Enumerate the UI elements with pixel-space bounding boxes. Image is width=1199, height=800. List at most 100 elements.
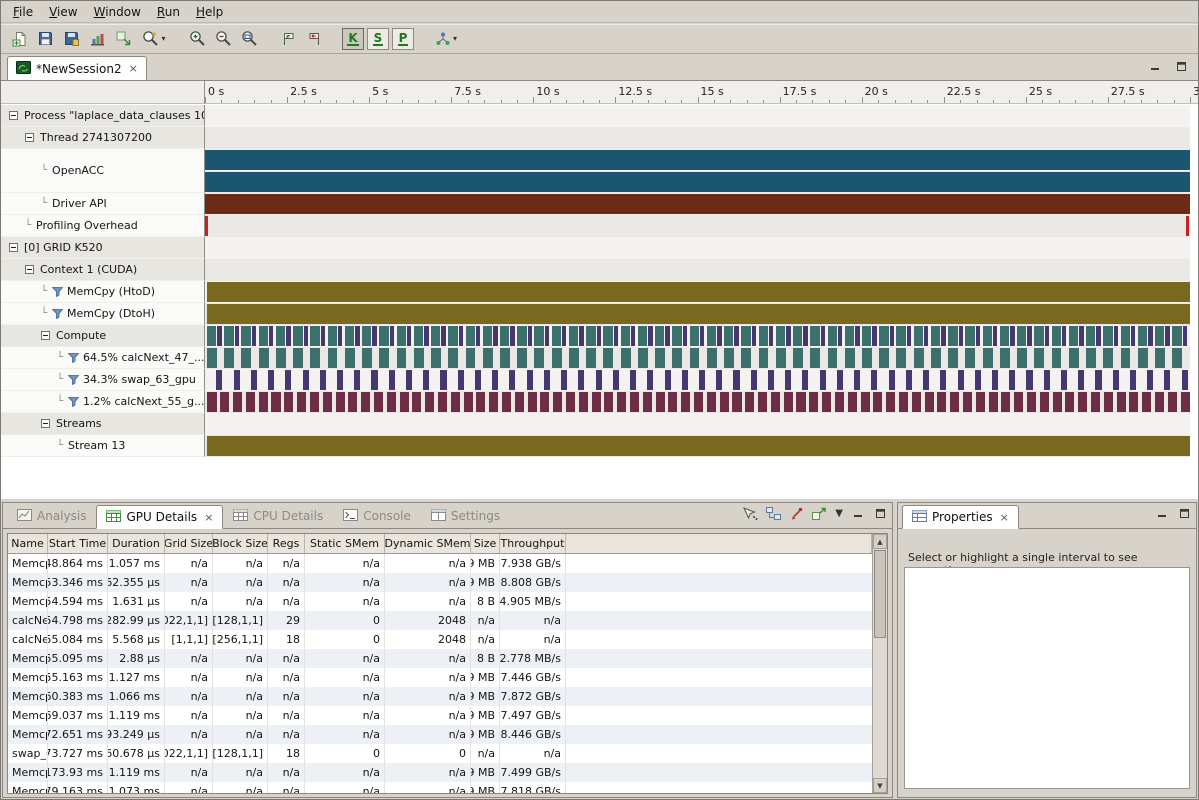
timeline-interval[interactable] (940, 370, 946, 390)
timeline-interval[interactable] (948, 348, 958, 368)
timeline-lane[interactable] (205, 413, 1190, 435)
timeline-interval[interactable] (690, 326, 699, 346)
timeline-interval[interactable] (569, 326, 578, 346)
timeline-interval[interactable] (303, 370, 309, 390)
timeline-interval[interactable] (950, 392, 959, 412)
timeline-interval[interactable] (1027, 392, 1036, 412)
timeline-interval[interactable] (965, 326, 974, 346)
timeline-interval[interactable] (466, 348, 476, 368)
column-header-grid-size[interactable]: Grid Size (165, 534, 213, 554)
timeline-interval[interactable] (648, 326, 652, 346)
timeline-interval[interactable] (835, 392, 844, 412)
timeline-interval[interactable] (528, 392, 537, 412)
timeline-interval[interactable] (492, 370, 498, 390)
view-menu-icon[interactable]: ▼ (835, 509, 843, 519)
timeline-interval[interactable] (745, 392, 754, 412)
timeline-interval[interactable] (509, 370, 515, 390)
timeline-interval[interactable] (241, 348, 251, 368)
timeline-interval[interactable] (562, 326, 566, 346)
timeline-interval[interactable] (1113, 370, 1119, 390)
timeline-interval[interactable] (769, 326, 773, 346)
table-row[interactable]: Memcpy160.383 ms1.066 msn/an/an/an/an/a9… (8, 687, 872, 706)
timeline-interval[interactable] (345, 326, 354, 346)
close-tab-icon[interactable]: × (129, 62, 138, 75)
timeline-row-label-streams[interactable]: Streams (1, 413, 205, 435)
timeline-interval[interactable] (389, 370, 395, 390)
timeline-interval[interactable] (441, 326, 445, 346)
timeline-interval[interactable] (941, 326, 945, 346)
timeline-interval[interactable] (886, 392, 895, 412)
timeline-interval[interactable] (1040, 392, 1049, 412)
timeline-interval[interactable] (271, 392, 280, 412)
timeline-lane[interactable] (205, 237, 1190, 259)
timeline-interval[interactable] (1121, 348, 1131, 368)
timeline-interval[interactable] (1172, 326, 1181, 346)
timeline-interval[interactable] (1186, 216, 1189, 236)
table-row[interactable]: Memcpy172.651 ms93.249 µsn/an/an/an/an/a… (8, 725, 872, 744)
column-header-regs[interactable]: Regs (268, 534, 305, 554)
timeline-interval[interactable] (259, 392, 268, 412)
minimize-properties-icon[interactable] (1155, 507, 1169, 519)
timeline-interval[interactable] (552, 326, 561, 346)
timeline-interval[interactable] (207, 326, 216, 346)
timeline-interval[interactable] (502, 392, 511, 412)
timeline-lane[interactable] (205, 105, 1190, 127)
timeline-interval[interactable] (414, 326, 423, 346)
timeline-interval[interactable] (976, 326, 980, 346)
timeline-interval[interactable] (724, 326, 733, 346)
timeline-interval[interactable] (809, 392, 818, 412)
timeline-interval[interactable] (1164, 370, 1170, 390)
timeline-row-label-34-3-swap-63-gpu[interactable]: └34.3% swap_63_gpu (1, 369, 205, 391)
timeline-interval[interactable] (1129, 392, 1138, 412)
timeline-interval[interactable] (397, 348, 407, 368)
timeline-interval[interactable] (925, 392, 934, 412)
timeline-interval[interactable] (899, 392, 908, 412)
timeline-interval[interactable] (276, 348, 286, 368)
timeline-interval[interactable] (361, 392, 370, 412)
timeline-interval[interactable] (414, 348, 424, 368)
timeline-interval[interactable] (337, 370, 343, 390)
timeline-interval[interactable] (993, 326, 997, 346)
timeline-interval[interactable] (397, 326, 406, 346)
timeline-interval[interactable] (848, 392, 857, 412)
timeline-interval[interactable] (959, 326, 963, 346)
timeline-interval[interactable] (1053, 392, 1062, 412)
timeline-interval[interactable] (845, 348, 855, 368)
zoom-in-button[interactable] (185, 26, 210, 51)
timeline-interval[interactable] (992, 370, 998, 390)
timeline-interval[interactable] (665, 326, 669, 346)
timeline-interval[interactable] (216, 370, 222, 390)
timeline-interval[interactable] (217, 326, 221, 346)
timeline-interval[interactable] (720, 392, 729, 412)
timeline-interval[interactable] (741, 326, 750, 346)
export-details-icon[interactable] (812, 507, 827, 520)
timeline-interval[interactable] (845, 326, 854, 346)
timeline-interval[interactable] (207, 348, 217, 368)
tab-settings[interactable]: Settings (421, 504, 510, 528)
timeline-ruler[interactable]: 0 s2.5 s5 s7.5 s10 s12.5 s15 s17.5 s20 s… (205, 81, 1198, 104)
maximize-details-icon[interactable] (873, 508, 887, 520)
timeline-interval[interactable] (707, 326, 716, 346)
timeline-interval[interactable] (207, 282, 1190, 302)
timeline-interval[interactable] (406, 370, 412, 390)
table-row[interactable]: Memcpy148.864 ms1.057 msn/an/an/an/an/a9… (8, 554, 872, 573)
timeline-interval[interactable] (862, 326, 871, 346)
timeline-interval[interactable] (534, 326, 543, 346)
timeline-interval[interactable] (423, 370, 429, 390)
tab-gpu-details[interactable]: GPU Details× (96, 505, 223, 529)
timeline-interval[interactable] (912, 392, 921, 412)
timeline-interval[interactable] (638, 348, 648, 368)
timeline-interval[interactable] (246, 392, 255, 412)
timeline-interval[interactable] (638, 326, 647, 346)
timeline-interval[interactable] (871, 370, 877, 390)
timeline-interval[interactable] (699, 370, 705, 390)
timeline-row-label-0-grid-k520[interactable]: [0] GRID K520 (1, 237, 205, 259)
table-row[interactable]: Memcpy169.037 ms1.119 msn/an/an/an/an/a9… (8, 706, 872, 725)
timeline-interval[interactable] (1182, 370, 1188, 390)
timeline-interval[interactable] (820, 370, 826, 390)
timeline-interval[interactable] (1017, 326, 1026, 346)
timeline-row-label-memcpy-dtoh[interactable]: └MemCpy (DtoH) (1, 303, 205, 325)
timeline-interval[interactable] (707, 392, 716, 412)
timeline-interval[interactable] (321, 326, 325, 346)
timeline-interval[interactable] (1000, 326, 1009, 346)
